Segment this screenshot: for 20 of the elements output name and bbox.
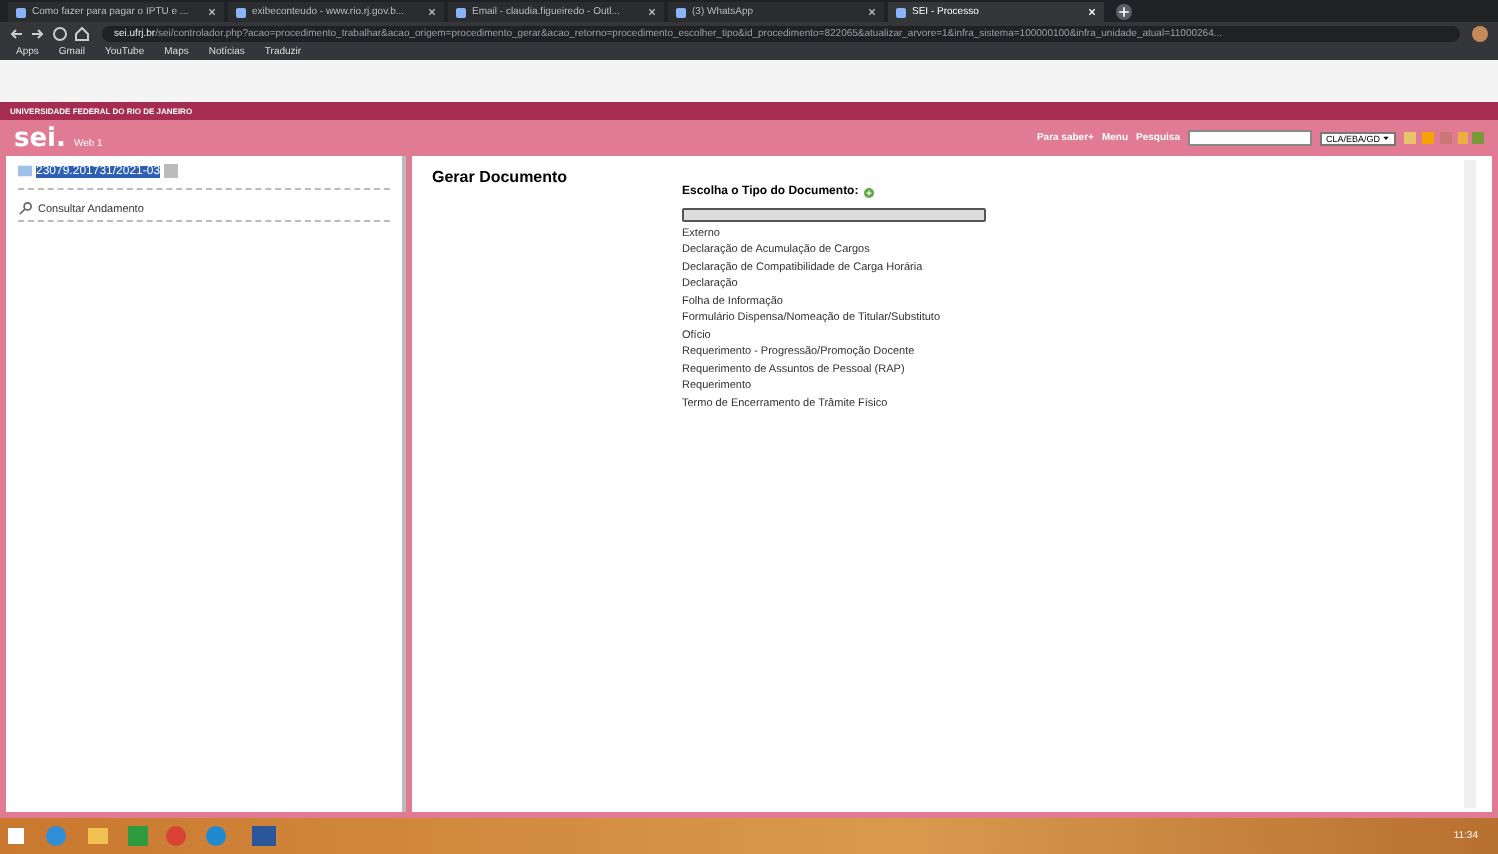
document-icon	[164, 164, 179, 178]
page-icon	[16, 7, 26, 17]
page-title: Gerar Documento	[432, 168, 570, 190]
page-icon	[896, 7, 906, 17]
caret-icon	[1382, 134, 1390, 142]
close-icon[interactable]	[648, 8, 656, 16]
filter-field[interactable]	[682, 208, 986, 222]
search-field[interactable]	[1187, 130, 1312, 146]
page-icon	[676, 7, 686, 17]
folder-icon	[18, 164, 32, 178]
add-icon[interactable]	[864, 187, 875, 197]
sei-logo: sei.	[14, 123, 66, 153]
close-icon[interactable]	[208, 8, 216, 16]
page-icon	[236, 7, 246, 17]
page-icon	[456, 7, 466, 17]
profile-avatar[interactable]	[1472, 25, 1488, 41]
close-icon[interactable]	[428, 8, 436, 16]
navigation-icons-drawing[interactable]	[10, 25, 90, 41]
new-tab-icon[interactable]	[1116, 4, 1132, 20]
close-icon[interactable]	[868, 8, 876, 16]
